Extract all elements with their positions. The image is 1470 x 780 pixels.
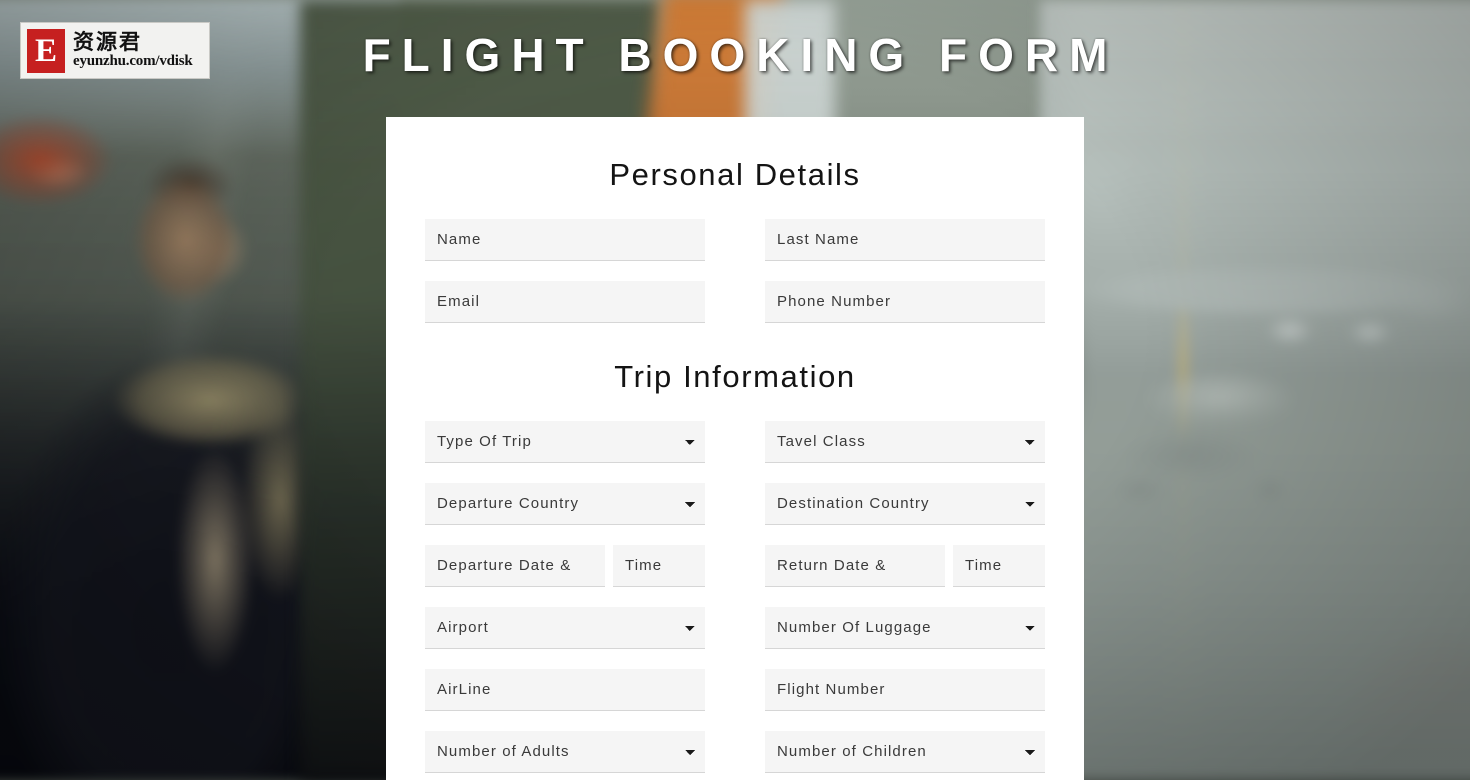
last-name-field[interactable] <box>765 219 1045 261</box>
form-row <box>425 545 1045 587</box>
form-row: Type Of Trip Tavel Class <box>425 421 1045 463</box>
page-root: E 资源君 eyunzhu.com/vdisk FLIGHT BOOKING F… <box>0 0 1470 780</box>
form-col-left <box>425 281 705 323</box>
form-row <box>425 281 1045 323</box>
type-of-trip-select[interactable]: Type Of Trip <box>425 421 705 463</box>
form-col-right <box>765 545 1045 587</box>
section-title-personal-details: Personal Details <box>609 157 861 192</box>
form-col-right: Number of Children <box>765 731 1045 773</box>
booking-form-card: Personal Details Trip Information <box>386 117 1084 780</box>
form-col-left: Number of Adults <box>425 731 705 773</box>
form-col-right: Tavel Class <box>765 421 1045 463</box>
return-date-field[interactable] <box>765 545 945 587</box>
section-title-trip-information: Trip Information <box>614 359 856 394</box>
form-col-left <box>425 219 705 261</box>
watermark-text: 资源君 eyunzhu.com/vdisk <box>73 31 193 70</box>
departure-time-field[interactable] <box>613 545 705 587</box>
watermark-url-text: eyunzhu.com/vdisk <box>73 53 193 70</box>
form-col-left <box>425 669 705 711</box>
booking-form: Personal Details Trip Information <box>386 117 1084 780</box>
form-row: Number of Adults Number of Children <box>425 731 1045 773</box>
number-of-children-select[interactable]: Number of Children <box>765 731 1045 773</box>
airline-field[interactable] <box>425 669 705 711</box>
form-row: Departure Country Destination Country <box>425 483 1045 525</box>
form-col-left: Airport <box>425 607 705 649</box>
phone-number-field[interactable] <box>765 281 1045 323</box>
form-col-right <box>765 281 1045 323</box>
form-col-right <box>765 219 1045 261</box>
form-col-right: Destination Country <box>765 483 1045 525</box>
number-of-luggage-select[interactable]: Number Of Luggage <box>765 607 1045 649</box>
watermark-initial-icon: E <box>27 28 65 73</box>
email-field[interactable] <box>425 281 705 323</box>
watermark-brand: 资源君 <box>73 30 142 55</box>
departure-country-select[interactable]: Departure Country <box>425 483 705 525</box>
form-row <box>425 219 1045 261</box>
form-col-left: Type Of Trip <box>425 421 705 463</box>
page-title: FLIGHT BOOKING FORM <box>362 29 1119 81</box>
watermark-logo: E 资源君 eyunzhu.com/vdisk <box>20 22 210 79</box>
name-field[interactable] <box>425 219 705 261</box>
form-col-right <box>765 669 1045 711</box>
departure-date-field[interactable] <box>425 545 605 587</box>
airport-select[interactable]: Airport <box>425 607 705 649</box>
flight-number-field[interactable] <box>765 669 1045 711</box>
number-of-adults-select[interactable]: Number of Adults <box>425 731 705 773</box>
travel-class-select[interactable]: Tavel Class <box>765 421 1045 463</box>
form-col-left: Departure Country <box>425 483 705 525</box>
form-col-right: Number Of Luggage <box>765 607 1045 649</box>
form-col-left <box>425 545 705 587</box>
destination-country-select[interactable]: Destination Country <box>765 483 1045 525</box>
return-time-field[interactable] <box>953 545 1045 587</box>
form-row: Airport Number Of Luggage <box>425 607 1045 649</box>
form-row <box>425 669 1045 711</box>
